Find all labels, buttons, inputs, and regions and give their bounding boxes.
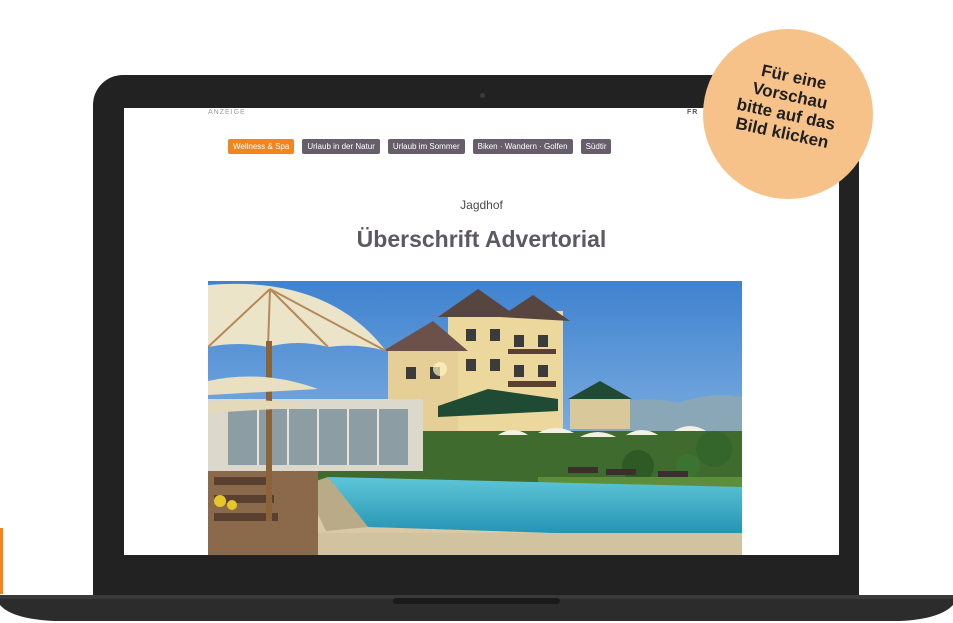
- webcam-dot: [480, 93, 485, 98]
- hotel-name: Jagdhof: [460, 198, 503, 212]
- laptop-base: [0, 595, 953, 623]
- top-right-label: FR: [687, 109, 699, 116]
- tab-suedtirol[interactable]: Südtir: [580, 139, 612, 154]
- hotel-pool-photo[interactable]: [208, 281, 742, 555]
- ad-label: ANZEIGE: [208, 109, 246, 116]
- preview-badge-text: Für eine Vorschau bitte auf das Bild kli…: [697, 50, 879, 160]
- tab-urlaub-sommer[interactable]: Urlaub im Sommer: [387, 139, 465, 154]
- tab-urlaub-natur[interactable]: Urlaub in der Natur: [302, 139, 380, 154]
- left-edge-accent: [0, 528, 3, 594]
- preview-badge[interactable]: Für eine Vorschau bitte auf das Bild kli…: [703, 29, 873, 199]
- tab-wellness-spa[interactable]: Wellness & Spa: [228, 139, 295, 154]
- category-tabs: Wellness & Spa Urlaub in der Natur Urlaub …: [228, 139, 619, 157]
- tab-biken-wandern-golfen[interactable]: Biken · Wandern · Golfen: [472, 139, 573, 154]
- page-headline: Überschrift Advertorial: [356, 226, 607, 252]
